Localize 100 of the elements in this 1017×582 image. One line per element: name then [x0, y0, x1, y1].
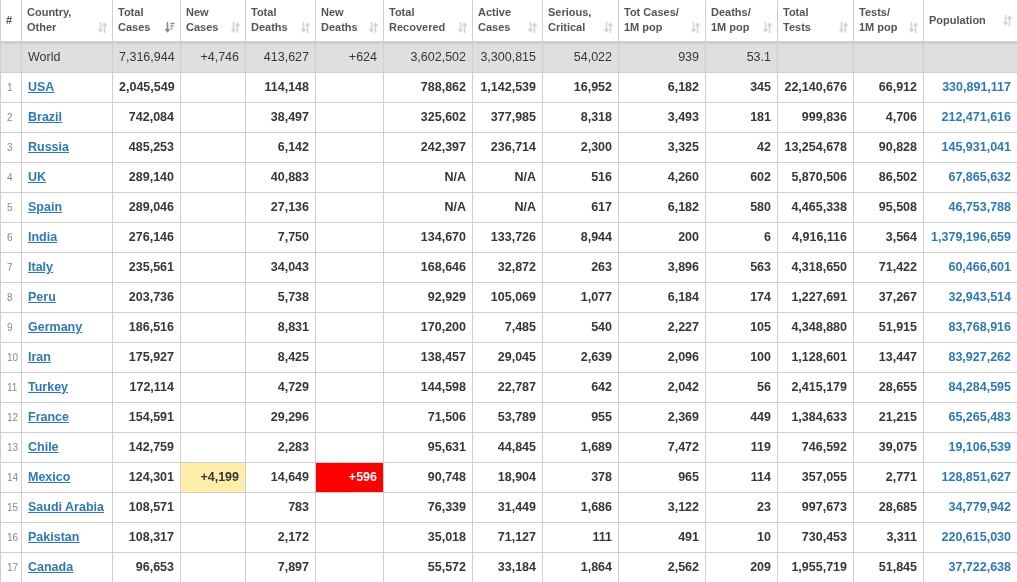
population-value: 46,753,788 [948, 199, 1011, 214]
table-cell: 449 [750, 409, 771, 424]
country-link[interactable]: Brazil [28, 109, 63, 124]
country-name: World [28, 50, 61, 65]
column-header[interactable]: Serious, Critical [548, 5, 592, 36]
table-cell: 27,136 [270, 199, 309, 214]
column-header[interactable]: Tot Cases/ 1M pop [624, 5, 679, 36]
country-link[interactable]: UK [28, 169, 47, 184]
table-cell: 66,912 [878, 79, 917, 94]
country-link[interactable]: Iran [28, 349, 51, 364]
column-header[interactable]: Country, Other [27, 5, 72, 36]
table-cell: 71,127 [497, 529, 536, 544]
table-cell: 54,022 [573, 50, 612, 65]
table-cell: 7,897 [277, 559, 309, 574]
column-header: # [6, 13, 13, 26]
table-cell: 95,631 [427, 439, 466, 454]
sort-icon[interactable] [301, 22, 310, 34]
sort-icon[interactable] [458, 22, 467, 34]
table-cell: 124,301 [128, 469, 174, 484]
column-header[interactable]: Total Tests [783, 5, 811, 36]
country-link[interactable]: Italy [28, 259, 53, 274]
country-link[interactable]: USA [28, 79, 55, 94]
table-cell: 133,726 [490, 229, 536, 244]
table-cell: N/A [514, 199, 536, 214]
sort-icon[interactable] [763, 22, 772, 34]
column-header[interactable]: Deaths/ 1M pop [711, 5, 751, 36]
column-header[interactable]: Total Recovered [389, 5, 446, 36]
rank-number: 13 [7, 441, 19, 453]
column-header[interactable]: Total Deaths [251, 5, 288, 36]
table-cell: 4,348,880 [791, 319, 847, 334]
table-cell: 2,300 [580, 139, 612, 154]
population-value: 128,851,627 [941, 469, 1011, 484]
table-cell: 2,639 [580, 349, 612, 364]
table-cell: 90,748 [427, 469, 466, 484]
highlighted-cell: +4,199 [200, 469, 239, 484]
table-cell: 642 [591, 379, 612, 394]
table-cell: 53.1 [746, 50, 771, 65]
country-link[interactable]: India [28, 229, 58, 244]
table-cell: 16,952 [573, 79, 612, 94]
population-value: 220,615,030 [941, 529, 1011, 544]
population-value: 60,466,601 [948, 259, 1011, 274]
table-cell: 2,227 [667, 319, 699, 334]
column-header[interactable]: New Deaths [321, 5, 358, 36]
table-cell: 997,673 [801, 499, 847, 514]
table-cell: 172,114 [129, 379, 174, 394]
rank-number: 14 [7, 471, 19, 483]
table-cell: 2,096 [667, 349, 699, 364]
sort-descending-icon[interactable] [165, 22, 175, 34]
table-cell: 138,457 [420, 349, 466, 364]
table-cell: 2,562 [667, 559, 699, 574]
table-cell: 7,316,944 [119, 50, 175, 65]
table-cell: 13,447 [878, 349, 917, 364]
sort-icon[interactable] [839, 22, 848, 34]
sort-icon[interactable] [1003, 14, 1012, 26]
column-header[interactable]: Total Cases [118, 5, 151, 36]
population-value: 83,927,262 [948, 349, 1011, 364]
table-cell: 242,397 [420, 139, 466, 154]
sort-icon[interactable] [691, 22, 700, 34]
sort-icon[interactable] [604, 22, 613, 34]
country-link[interactable]: Chile [28, 439, 59, 454]
column-header[interactable]: New Cases [186, 5, 219, 36]
table-cell: 6,184 [667, 289, 699, 304]
table-cell: 56 [757, 379, 771, 394]
table-cell: 76,339 [427, 499, 466, 514]
column-header[interactable]: Tests/ 1M pop [859, 5, 898, 36]
sort-icon[interactable] [231, 22, 240, 34]
rank-number: 12 [7, 411, 19, 423]
sort-icon[interactable] [98, 22, 107, 34]
rank-number: 2 [7, 111, 13, 123]
table-cell: 8,425 [277, 349, 309, 364]
table-cell: 51,845 [878, 559, 917, 574]
table-cell: 3,300,815 [480, 50, 536, 65]
table-cell: N/A [514, 169, 536, 184]
table-cell: 3,493 [667, 109, 699, 124]
country-link[interactable]: Peru [28, 289, 56, 304]
highlighted-cell: +596 [348, 469, 377, 484]
population-value: 19,106,539 [948, 439, 1011, 454]
country-link[interactable]: Spain [28, 199, 63, 214]
table-cell: 1,955,719 [791, 559, 847, 574]
table-cell: N/A [444, 169, 466, 184]
table-cell: 746,592 [801, 439, 847, 454]
table-cell: 142,759 [128, 439, 174, 454]
table-cell: 965 [678, 469, 699, 484]
population-value: 1,379,196,659 [931, 229, 1011, 244]
table-cell: 7,472 [667, 439, 699, 454]
column-header[interactable]: Active Cases [478, 5, 512, 36]
table-cell: 114 [750, 469, 771, 484]
sort-icon[interactable] [528, 22, 537, 34]
table-cell: 413,627 [263, 50, 309, 65]
table-cell: 134,670 [420, 229, 466, 244]
table-cell: 235,561 [128, 259, 174, 274]
table-cell: 516 [591, 169, 612, 184]
column-header[interactable]: Population [929, 12, 986, 28]
sort-icon[interactable] [909, 22, 918, 34]
table-cell: 95,508 [878, 199, 917, 214]
sort-icon[interactable] [369, 22, 378, 34]
table-cell: 3,122 [667, 499, 699, 514]
rank-number: 16 [7, 531, 19, 543]
table-cell: 2,369 [667, 409, 699, 424]
table-cell: 325,602 [420, 109, 466, 124]
